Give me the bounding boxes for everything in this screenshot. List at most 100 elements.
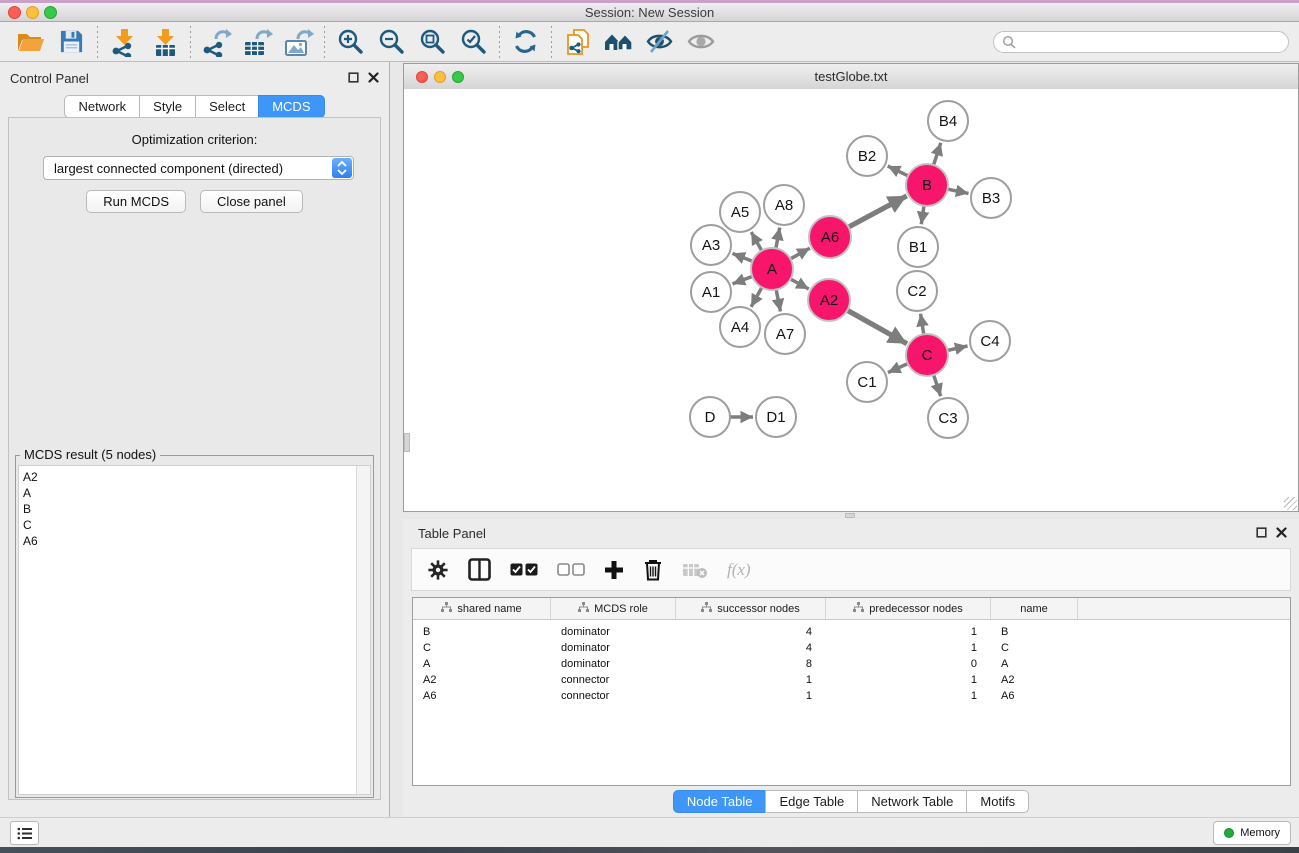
canvas-vertical-scrollbar[interactable] (404, 433, 410, 452)
cell-shared-name[interactable]: B (413, 626, 551, 638)
run-mcds-button[interactable]: Run MCDS (86, 190, 186, 213)
graph-node-b2[interactable]: B2 (847, 136, 887, 176)
graph-node-c3[interactable]: C3 (928, 398, 968, 438)
show-column-panel-icon[interactable] (468, 558, 491, 581)
window-resize-grip[interactable] (1284, 497, 1297, 510)
column-header-MCDS-role[interactable]: MCDS role (551, 598, 676, 619)
import-network-button[interactable] (103, 24, 144, 60)
zoom-fit-button[interactable] (412, 24, 453, 60)
close-panel-button[interactable]: Close panel (200, 190, 303, 213)
birds-eye-view-button[interactable] (680, 24, 721, 60)
export-image-button[interactable] (278, 24, 319, 60)
zoom-out-button[interactable] (371, 24, 412, 60)
cell-MCDS-role[interactable]: connector (551, 690, 676, 702)
cell-predecessor-nodes[interactable]: 1 (826, 626, 991, 638)
save-session-button[interactable] (51, 24, 92, 60)
import-table-button[interactable] (144, 24, 185, 60)
export-table-button[interactable] (237, 24, 278, 60)
cell-shared-name[interactable]: A6 (413, 690, 551, 702)
result-item-a[interactable]: A (19, 485, 370, 501)
graph-node-b[interactable]: B (906, 164, 948, 206)
search-field[interactable] (993, 31, 1289, 53)
graph-node-a7[interactable]: A7 (765, 314, 805, 354)
network-canvas[interactable]: B4B2BB3A5A8A6A3AB1A1C2A2A4A7C4CC1C3DD1 (404, 89, 1298, 511)
cell-predecessor-nodes[interactable]: 1 (826, 674, 991, 686)
tab-motifs[interactable]: Motifs (966, 790, 1029, 813)
graph-node-a5[interactable]: A5 (720, 192, 760, 232)
criterion-dropdown[interactable]: largest connected component (directed) (43, 156, 354, 180)
main-titlebar[interactable]: Session: New Session (0, 3, 1299, 22)
table-row-b[interactable]: Bdominator41B (413, 624, 1290, 640)
cell-successor-nodes[interactable]: 8 (676, 658, 826, 670)
tab-network[interactable]: Network (64, 95, 140, 118)
tab-style[interactable]: Style (139, 95, 196, 118)
open-session-button[interactable] (10, 24, 51, 60)
graph-node-b4[interactable]: B4 (928, 101, 968, 141)
column-header-shared-name[interactable]: shared name (413, 598, 551, 619)
graph-node-a3[interactable]: A3 (691, 225, 731, 265)
export-network-button[interactable] (196, 24, 237, 60)
result-item-a2[interactable]: A2 (19, 466, 370, 485)
table-row-c[interactable]: Cdominator41C (413, 640, 1290, 656)
zoom-selected-button[interactable] (453, 24, 494, 60)
graph-node-a[interactable]: A (751, 248, 793, 290)
table-settings-gear-icon[interactable] (427, 559, 449, 581)
float-table-panel-icon[interactable] (1256, 527, 1267, 538)
table-row-a2[interactable]: A2connector11A2 (413, 672, 1290, 688)
cell-shared-name[interactable]: C (413, 642, 551, 654)
graph-node-a8[interactable]: A8 (764, 185, 804, 225)
cell-successor-nodes[interactable]: 4 (676, 642, 826, 654)
graph-node-d[interactable]: D (690, 397, 730, 437)
cell-MCDS-role[interactable]: dominator (551, 626, 676, 638)
search-input[interactable] (1016, 34, 1280, 50)
graph-node-c1[interactable]: C1 (847, 362, 887, 402)
cell-name[interactable]: A6 (991, 690, 1078, 702)
result-item-c[interactable]: C (19, 517, 370, 533)
cell-name[interactable]: A (991, 658, 1078, 670)
tab-mcds[interactable]: MCDS (258, 95, 324, 118)
cell-predecessor-nodes[interactable]: 1 (826, 642, 991, 654)
edge-A2-C[interactable] (845, 309, 907, 344)
cell-successor-nodes[interactable]: 4 (676, 626, 826, 638)
cell-MCDS-role[interactable]: dominator (551, 642, 676, 654)
cell-predecessor-nodes[interactable]: 0 (826, 658, 991, 670)
column-header-name[interactable]: name (991, 598, 1078, 619)
tab-node-table[interactable]: Node Table (673, 790, 767, 813)
unselect-all-columns-icon[interactable] (557, 563, 585, 576)
create-column-plus-icon[interactable] (604, 560, 624, 580)
tab-edge-table[interactable]: Edge Table (765, 790, 858, 813)
graph-node-c2[interactable]: C2 (897, 271, 937, 311)
float-panel-icon[interactable] (348, 72, 359, 83)
cell-successor-nodes[interactable]: 1 (676, 674, 826, 686)
graph-node-a1[interactable]: A1 (691, 272, 731, 312)
canvas-horizontal-scrollbar[interactable] (845, 513, 855, 518)
close-panel-icon[interactable] (368, 72, 379, 83)
cell-predecessor-nodes[interactable]: 1 (826, 690, 991, 702)
refresh-button[interactable] (505, 24, 546, 60)
network-window-titlebar[interactable]: testGlobe.txt (404, 64, 1298, 90)
table-row-a6[interactable]: A6connector11A6 (413, 688, 1290, 704)
graph-node-a2[interactable]: A2 (808, 279, 850, 321)
tab-network-table[interactable]: Network Table (857, 790, 967, 813)
network-from-file-button[interactable] (557, 24, 598, 60)
cell-name[interactable]: C (991, 642, 1078, 654)
graph-node-c4[interactable]: C4 (970, 321, 1010, 361)
column-header-successor-nodes[interactable]: successor nodes (676, 598, 826, 619)
graph-node-d1[interactable]: D1 (756, 397, 796, 437)
delete-column-trash-icon[interactable] (643, 558, 663, 581)
graph-node-a4[interactable]: A4 (720, 307, 760, 347)
graph-node-b3[interactable]: B3 (971, 178, 1011, 218)
hide-graphics-details-button[interactable] (639, 24, 680, 60)
mcds-result-list[interactable]: A2ABCA6 (18, 465, 371, 795)
edge-A6-B[interactable] (846, 196, 907, 229)
cell-shared-name[interactable]: A (413, 658, 551, 670)
result-item-a6[interactable]: A6 (19, 533, 370, 549)
graph-node-a6[interactable]: A6 (809, 216, 851, 258)
cell-MCDS-role[interactable]: dominator (551, 658, 676, 670)
result-list-scrollbar[interactable] (356, 466, 370, 794)
result-item-b[interactable]: B (19, 501, 370, 517)
tab-select[interactable]: Select (195, 95, 259, 118)
task-history-button[interactable] (10, 821, 39, 845)
cell-shared-name[interactable]: A2 (413, 674, 551, 686)
table-row-a[interactable]: Adominator80A (413, 656, 1290, 672)
